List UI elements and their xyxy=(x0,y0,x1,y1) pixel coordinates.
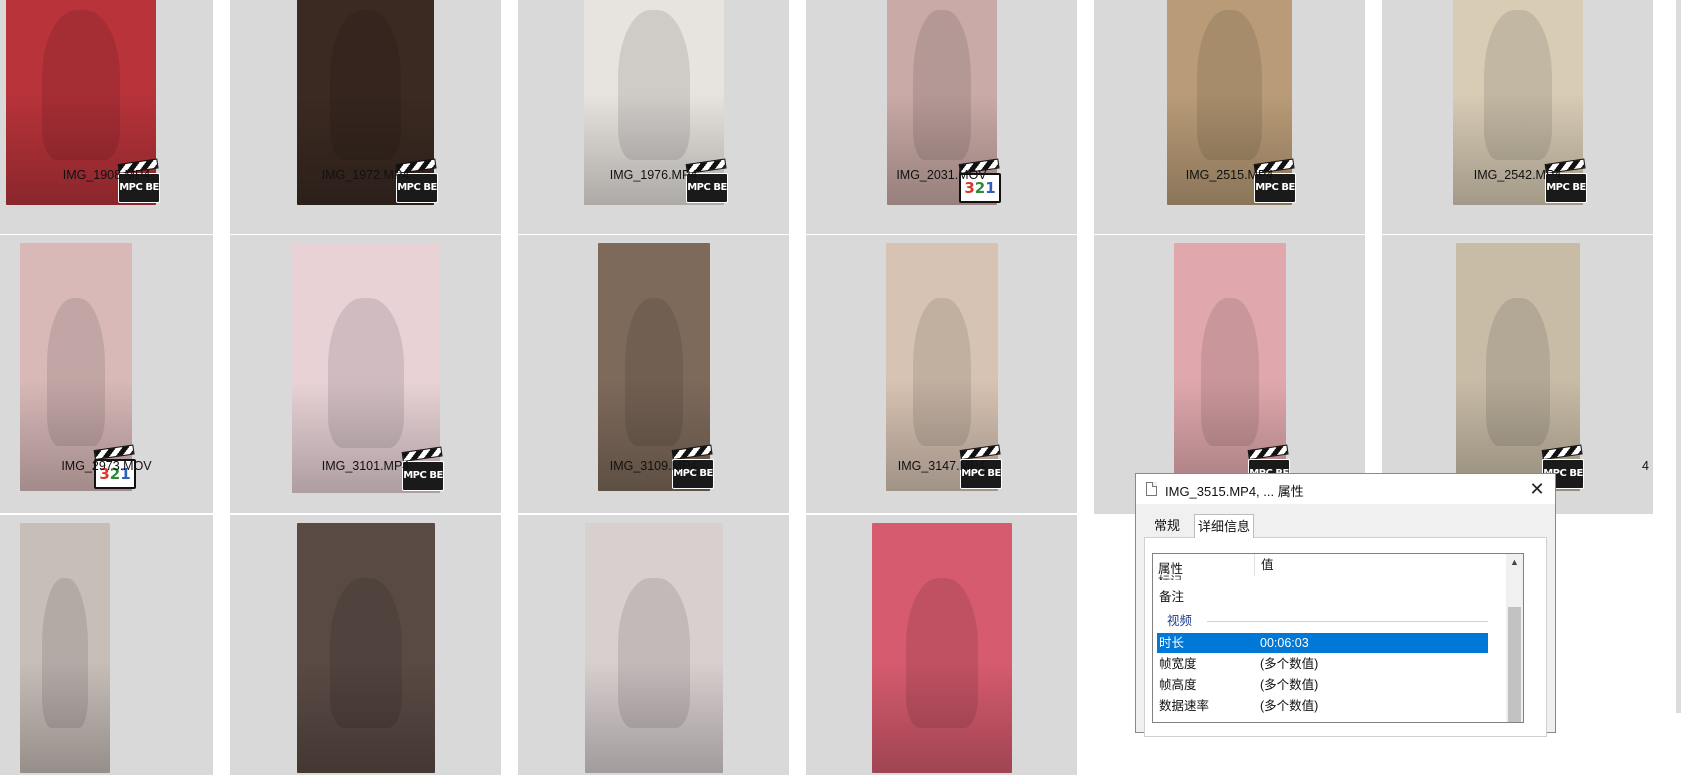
file-tile[interactable] xyxy=(0,515,213,775)
scroll-thumb[interactable] xyxy=(1508,607,1521,722)
explorer-scroll-thumb[interactable] xyxy=(1676,0,1681,713)
file-name: IMG_2542.MP4 xyxy=(1473,168,1562,182)
file-tile[interactable]: MPC BE IMG_3101.MP4 xyxy=(230,235,501,513)
file-tile[interactable]: MPC BE IMG_1972.MP4 xyxy=(230,0,501,234)
section-label: 视频 xyxy=(1167,614,1193,628)
property-key: 时长 xyxy=(1159,636,1185,650)
file-tile[interactable]: MPC BE IMG_3147.MP4 xyxy=(806,235,1077,513)
property-key: 帧高度 xyxy=(1159,678,1197,692)
tab-details[interactable]: 详细信息 xyxy=(1194,514,1254,538)
file-tile[interactable]: MPC BE IMG_1908.MP4 xyxy=(0,0,213,234)
property-row-duration[interactable]: 时长 00:06:03 xyxy=(1157,633,1488,653)
property-list[interactable]: 属性 值 标记 备注 视频 时长 00:06:03 帧宽度 (多个数值) 帧高度… xyxy=(1152,553,1524,723)
video-thumbnail xyxy=(20,523,110,773)
explorer-scrollbar[interactable] xyxy=(1670,0,1687,713)
file-icon xyxy=(1146,482,1157,496)
file-name: IMG_3147.MP4 xyxy=(897,459,986,473)
thumbnail-shade xyxy=(297,660,435,773)
file-tile[interactable]: 321 IMG_2973.MOV xyxy=(0,235,213,513)
property-row-data-rate[interactable]: 数据速率 (多个数值) xyxy=(1157,696,1488,716)
file-name: IMG_1972.MP4 xyxy=(321,168,410,182)
file-name: IMG_3109.MP4 xyxy=(609,459,698,473)
property-list-header: 属性 值 xyxy=(1153,554,1506,576)
file-tile[interactable]: MPC BE IMG_2515.MP4 xyxy=(1094,0,1365,234)
property-value: (多个数值) xyxy=(1260,657,1319,671)
property-key: 帧宽度 xyxy=(1159,657,1197,671)
column-header-value[interactable]: 值 xyxy=(1254,554,1274,576)
property-value: (多个数值) xyxy=(1260,678,1319,692)
video-thumbnail xyxy=(585,523,723,773)
property-row-frame-width[interactable]: 帧宽度 (多个数值) xyxy=(1157,654,1488,674)
file-tile[interactable]: MPC BE IMG_2542.MP4 xyxy=(1382,0,1653,234)
property-list-scrollbar[interactable]: ▲ xyxy=(1506,554,1523,722)
section-divider xyxy=(1207,621,1488,622)
file-tile[interactable] xyxy=(230,515,501,775)
file-name: IMG_1908.MP4 xyxy=(62,168,151,182)
file-tile[interactable] xyxy=(518,515,789,775)
close-icon[interactable]: ✕ xyxy=(1525,477,1549,501)
properties-dialog: IMG_3515.MP4, ... 属性 ✕ 常规 详细信息 属性 值 标记 备… xyxy=(1135,473,1556,737)
file-tile[interactable]: 321 IMG_2031.MOV xyxy=(806,0,1077,234)
file-tile[interactable]: MPC BE IMG_3109.MP4 xyxy=(518,235,789,513)
file-name: IMG_1976.MP4 xyxy=(609,168,698,182)
thumbnail-shade xyxy=(20,660,110,773)
property-row[interactable]: 备注 xyxy=(1157,587,1488,607)
property-row-partial: 标记 xyxy=(1158,572,1182,580)
file-name: IMG_2515.MP4 xyxy=(1185,168,1274,182)
file-name: IMG_2031.MOV xyxy=(896,168,987,182)
property-value: (多个数值) xyxy=(1260,699,1319,713)
file-tile[interactable] xyxy=(806,515,1077,775)
file-name: IMG_2973.MOV xyxy=(61,459,152,473)
property-value: 00:06:03 xyxy=(1260,636,1309,650)
thumbnail-shade xyxy=(872,660,1012,773)
property-key: 备注 xyxy=(1159,590,1185,604)
video-thumbnail xyxy=(297,523,435,773)
scroll-up-arrow-icon[interactable]: ▲ xyxy=(1506,554,1523,571)
section-video: 视频 xyxy=(1157,611,1488,631)
dialog-titlebar[interactable]: IMG_3515.MP4, ... 属性 ✕ xyxy=(1136,474,1555,504)
dialog-title: IMG_3515.MP4, ... 属性 xyxy=(1165,484,1304,499)
property-row-frame-height[interactable]: 帧高度 (多个数值) xyxy=(1157,675,1488,695)
file-name: IMG_3101.MP4 xyxy=(321,459,410,473)
tab-general[interactable]: 常规 xyxy=(1145,514,1189,538)
file-name: 4 xyxy=(1642,459,1649,473)
video-thumbnail xyxy=(872,523,1012,773)
property-key: 数据速率 xyxy=(1159,699,1210,713)
thumbnail-shade xyxy=(585,660,723,773)
file-tile[interactable]: MPC BE IMG_1976.MP4 xyxy=(518,0,789,234)
